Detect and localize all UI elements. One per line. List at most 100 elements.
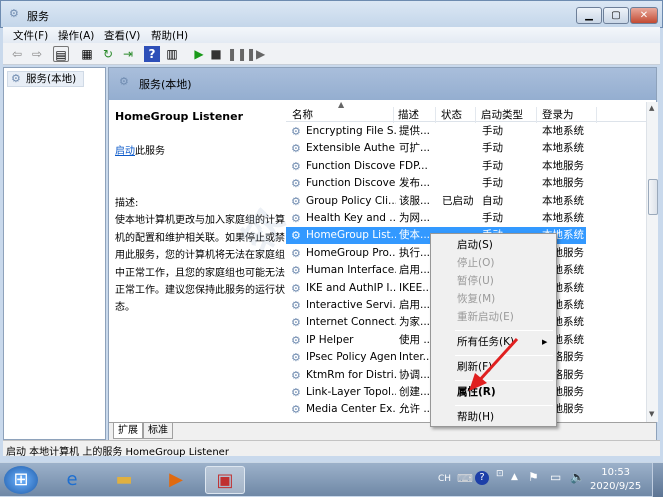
services-taskbar-icon[interactable]: ▣ [205,466,245,494]
start-service-suffix: 此服务 [135,145,165,157]
service-name: Extensible Authe... [306,142,396,155]
tab-extended[interactable]: 扩展 [113,423,143,439]
column-name[interactable]: 名称 [286,107,394,123]
column-startup-type[interactable]: 启动类型 [476,107,537,123]
keyboard-icon[interactable]: ⌨ [457,472,473,485]
scroll-down-icon[interactable]: ▼ [649,410,654,418]
menu-item-help[interactable]: 帮助(H) [457,409,494,426]
services-panel: ⚙ 服务(本地) HomeGroup Listener 启动此服务 描述: 使本… [108,67,658,440]
menu-file[interactable]: 文件(F) [13,28,48,43]
service-gear-icon: ⚙ [291,333,301,347]
service-gear-icon: ⚙ [291,316,301,330]
annotation-arrow-icon [469,337,519,391]
service-gear-icon: ⚙ [291,281,301,295]
service-startup-type: 自动 [482,194,503,207]
service-name: HomeGroup List... [306,229,396,242]
tree-item-services-local[interactable]: ⚙ 服务(本地) [7,71,84,87]
service-description: 可扩... [399,142,431,155]
menu-view[interactable]: 查看(V) [104,28,140,43]
show-hidden-icons[interactable]: ▲ [511,472,518,482]
view-tabs: 扩展 标准 [109,422,656,440]
menu-action[interactable]: 操作(A) [58,28,94,43]
menu-help[interactable]: 帮助(H) [151,28,188,43]
export-icon[interactable]: ▦ [79,46,95,62]
menu-bar: 文件(F) 操作(A) 查看(V) 帮助(H) [3,27,660,43]
volume-icon[interactable]: 🔈 [570,470,585,484]
tree-item-label: 服务(本地) [26,73,77,85]
show-desktop-button[interactable] [652,463,663,497]
language-indicator[interactable]: CH [438,474,451,484]
vertical-scrollbar[interactable]: ▲ ▼ [646,102,658,422]
clock-time: 10:53 [601,467,631,478]
refresh-icon[interactable]: ↻ [100,46,116,62]
start-service-link[interactable]: 启动 [115,146,135,157]
export-list-icon[interactable]: ⇥ [120,46,136,62]
scroll-up-icon[interactable]: ▲ [649,104,654,112]
services-icon: ⚙ [11,72,21,85]
service-startup-type: 手动 [482,142,503,155]
column-logon-as[interactable]: 登录为 [537,107,597,123]
menu-item-resume: 恢复(M) [457,293,496,305]
menu-item-pause: 暂停(U) [457,275,494,287]
scrollbar-thumb[interactable] [648,179,658,215]
service-status: 已启动 [442,194,474,207]
service-name: IPsec Policy Agent [306,351,396,364]
network-icon[interactable]: ▭ [550,470,561,484]
back-icon[interactable]: ⇦ [9,46,25,62]
sort-ascending-icon: ▲ [338,102,345,109]
forward-icon[interactable]: ⇨ [29,46,45,62]
service-startup-type: 手动 [482,177,503,190]
column-status[interactable]: 状态 [436,107,476,123]
menu-separator [455,330,553,331]
close-button[interactable]: ✕ [630,7,658,24]
service-name: Media Center Ex... [306,403,396,416]
service-logon-as: 本地系统 [542,142,584,155]
service-gear-icon: ⚙ [291,351,301,365]
service-startup-type: 手动 [482,125,503,137]
help-icon[interactable]: ? [144,46,160,62]
submenu-arrow-icon: ▶ [542,338,548,346]
service-name: Health Key and ... [306,212,396,224]
service-row[interactable]: ⚙ Extensible Authe... 可扩... 手动 本地系统 [286,140,586,157]
column-header: 名称 ▲ 描述 状态 启动类型 登录为 [286,102,646,123]
action-center-icon[interactable]: ⚑ [528,470,539,484]
explorer-taskbar-icon[interactable]: ▬ [104,466,144,494]
service-row[interactable]: ⚙ Function Discove... 发布... 手动 本地服务 [286,175,586,192]
start-button[interactable]: ⊞ [4,466,38,494]
media-player-taskbar-icon[interactable]: ▶ [156,466,196,494]
service-gear-icon: ⚙ [291,299,301,312]
start-icon[interactable]: ▶ [191,46,207,62]
service-row[interactable]: ⚙ Encrypting File S... 提供... 手动 本地系统 [286,123,586,140]
service-logon-as: 本地系统 [542,125,584,137]
window-title: 服务 [27,10,49,23]
pause-icon[interactable]: ❚❚ [227,46,247,62]
service-description: FDP... [399,159,428,172]
service-name: Encrypting File S... [306,125,396,137]
stop-icon[interactable]: ■ [208,46,224,62]
service-row[interactable]: ⚙ Group Policy Cli... 该服... 已启动 自动 本地系统 [286,193,586,210]
service-gear-icon: ⚙ [291,246,301,260]
service-logon-as: 本地系统 [542,194,584,207]
minimize-button[interactable]: ▁ [576,7,602,24]
show-hide-tree-icon[interactable]: ▤ [53,46,69,62]
service-gear-icon: ⚙ [291,386,301,399]
service-row[interactable]: ⚙ Function Discove... FDP... 手动 本地服务 [286,158,586,175]
ie-taskbar-icon[interactable]: e [52,466,92,494]
service-row[interactable]: ⚙ Health Key and ... 为网... 手动 本地系统 [286,210,586,227]
taskbar: ⊞ e ▬ ▶ ▣ CH ⌨ ? ⊡ ▲ ⚑ ▭ 🔈 10:53 2020/9/… [0,462,663,497]
tab-standard[interactable]: 标准 [143,423,173,439]
help-tray-icon[interactable]: ? [475,471,489,485]
service-gear-icon: ⚙ [291,159,301,173]
selected-service-name: HomeGroup Listener [115,110,243,123]
service-description: 该服... [399,194,431,207]
clock[interactable]: 10:53 2020/9/25 [590,466,641,494]
ime-icon[interactable]: ⊡ [496,469,504,479]
service-name: Link-Layer Topol... [306,386,396,398]
restart-icon[interactable]: ❚▶ [246,46,265,62]
properties-icon[interactable]: ▥ [164,46,180,62]
service-name: IKE and AuthIP I... [306,281,396,294]
column-description[interactable]: 描述 [394,107,436,123]
service-gear-icon: ⚙ [291,368,301,382]
menu-item-start[interactable]: 启动(S) [457,237,493,254]
maximize-button[interactable]: ▢ [603,7,629,24]
